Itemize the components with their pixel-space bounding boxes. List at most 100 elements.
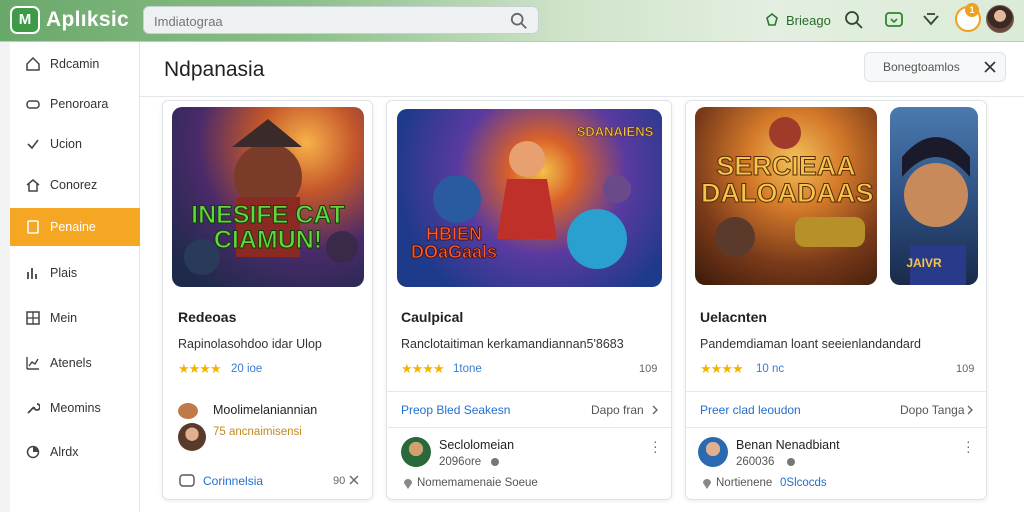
- card-subtitle: Ranclotaitiman kerkamandiannan5'8683: [401, 337, 624, 351]
- close-icon[interactable]: [983, 60, 997, 74]
- sidebar-item-1[interactable]: Penoroara: [10, 85, 140, 123]
- sidebar-item-5[interactable]: Plais: [10, 254, 140, 292]
- rating-stars: ★★★★: [700, 361, 744, 376]
- sidebar-item-9[interactable]: Alrdx: [10, 433, 140, 471]
- game-thumbnail[interactable]: INESIFE CAT CIAMUN!: [172, 107, 364, 287]
- card-divider: [387, 427, 671, 428]
- home-icon: [26, 57, 40, 71]
- card-title[interactable]: Redeoas: [178, 309, 236, 325]
- author-name[interactable]: Seclolomeian: [439, 438, 514, 452]
- review-count: 109: [956, 363, 975, 375]
- author-meta: 260036: [736, 456, 775, 468]
- sidebar-item-2[interactable]: Ucion: [10, 125, 140, 163]
- author-avatar[interactable]: [698, 437, 728, 467]
- clock-icon: [491, 458, 499, 466]
- sidebar-item-6[interactable]: Mein: [10, 299, 140, 337]
- sidebar-item-label: Penaine: [50, 220, 96, 234]
- header-divider: [140, 96, 1024, 97]
- chevron-right-icon[interactable]: [966, 405, 974, 415]
- card-link-secondary[interactable]: Dopo Tanga: [900, 403, 965, 417]
- user-avatar[interactable]: [178, 423, 206, 451]
- rating-value: 10 nc: [756, 363, 785, 375]
- check-icon: [27, 139, 39, 150]
- game-thumb-badge: JAIVR: [906, 256, 942, 270]
- sidebar-item-0[interactable]: Rdcamin: [10, 45, 140, 83]
- top-link-label: Brieago: [786, 12, 831, 28]
- sidebar-item-label: Ucion: [50, 137, 82, 151]
- sidebar-item-label: Meomins: [50, 401, 101, 415]
- sidebar-item-4[interactable]: Penaine: [10, 208, 140, 246]
- more-options-icon[interactable]: · · ·: [653, 434, 658, 458]
- card-divider: [686, 391, 986, 392]
- main-content: Ndpanasia Bonegtoamlos INESIFE CAT CIAMU…: [140, 42, 1024, 512]
- top-link[interactable]: Brieago: [764, 10, 831, 30]
- card-link-secondary[interactable]: Dapo fran: [591, 403, 644, 417]
- game-thumbnail-secondary[interactable]: JAIVR: [890, 107, 978, 285]
- card-link[interactable]: Preop Bled Seakesn: [401, 403, 510, 417]
- chat-icon[interactable]: [884, 10, 904, 30]
- author-avatar[interactable]: [178, 403, 198, 419]
- sidebar-item-label: Plais: [50, 266, 78, 280]
- card-divider: [387, 391, 671, 392]
- sidebar-item-label: Conorez: [50, 178, 98, 192]
- search-input[interactable]: [154, 12, 494, 30]
- author-name[interactable]: Benan Nenadbiant: [736, 438, 840, 452]
- card-footer-text: Nortienene: [716, 477, 773, 489]
- filter-button[interactable]: Bonegtoamlos: [864, 52, 1006, 82]
- location-icon: [703, 479, 711, 489]
- card-footer-text: Nomemamenaie Soeue: [417, 477, 538, 489]
- search-icon[interactable]: [510, 12, 528, 30]
- author-meta: 2096ore: [439, 456, 482, 468]
- game-thumbnail[interactable]: SERCIEAA DALOADAAS: [695, 107, 877, 285]
- sidebar-item-7[interactable]: Atenels: [10, 344, 140, 382]
- card-title[interactable]: Uelacnten: [700, 309, 767, 325]
- app-logo[interactable]: M: [10, 6, 40, 34]
- author-avatar[interactable]: [401, 437, 431, 467]
- search-bar[interactable]: [143, 6, 539, 34]
- game-thumb-title: INESIFE CAT CIAMUN!: [191, 201, 346, 254]
- card-footer-link[interactable]: 0Slcocds: [780, 477, 827, 489]
- filter-icon[interactable]: [921, 10, 941, 30]
- close-icon[interactable]: [349, 475, 359, 485]
- card-link[interactable]: Preer clad leoudon: [700, 403, 801, 417]
- review-count: 109: [639, 363, 658, 375]
- card-footer-link[interactable]: Corinnelsia: [203, 474, 263, 488]
- game-thumb-title: SERCIEAA DALOADAAS: [701, 151, 875, 208]
- game-thumbnail[interactable]: SDANAIENS HBIEN DOaGaals: [397, 109, 662, 287]
- sidebar-item-label: Atenels: [50, 356, 92, 370]
- footer-count: 90: [333, 475, 346, 487]
- location-icon: [404, 479, 412, 489]
- top-bar: M Aplıksic Brieago 1: [0, 0, 1024, 42]
- rating-stars: ★★★★: [401, 361, 445, 376]
- game-card-1[interactable]: INESIFE CAT CIAMUN! Redeoas Rapinolasohd…: [162, 100, 373, 500]
- grid-icon: [26, 311, 40, 325]
- game-art: [184, 119, 358, 275]
- sidebar-item-3[interactable]: Conorez: [10, 166, 140, 204]
- card-subtitle: Rapinolasohdoo idar Ulop: [178, 337, 322, 351]
- brand-name[interactable]: Aplıksic: [46, 8, 129, 32]
- comment-icon[interactable]: [179, 473, 195, 489]
- chevron-right-icon[interactable]: [651, 405, 659, 415]
- notification-badge: 1: [965, 3, 979, 17]
- user-avatar[interactable]: [986, 5, 1014, 33]
- game-card-2[interactable]: SDANAIENS HBIEN DOaGaals Caulpical Rancl…: [386, 100, 672, 500]
- filter-label: Bonegtoamlos: [883, 60, 960, 74]
- page-title: Ndpanasia: [164, 58, 265, 81]
- more-options-icon[interactable]: · · ·: [966, 434, 971, 458]
- game-card-3[interactable]: SERCIEAA DALOADAAS JAIVR Uelacnten Pande…: [685, 100, 987, 500]
- house-icon: [26, 179, 40, 192]
- sidebar-item-label: Rdcamin: [50, 57, 100, 71]
- puzzle-icon: [766, 12, 778, 26]
- user-meta: 75 ancnaimisensi: [213, 426, 302, 438]
- rating-value: 20 ioe: [231, 363, 263, 375]
- author-name[interactable]: Moolimelaniannian: [213, 403, 317, 417]
- card-title[interactable]: Caulpical: [401, 309, 463, 325]
- game-thumb-title: HBIEN DOaGaals: [410, 224, 498, 262]
- pulse-icon: [26, 357, 39, 370]
- search-icon[interactable]: [844, 10, 864, 30]
- card-divider: [686, 427, 986, 428]
- sidebar-item-8[interactable]: Meomins: [10, 389, 140, 427]
- clock-icon: [787, 458, 795, 466]
- gamepad-icon: [26, 100, 40, 109]
- sidebar-item-label: Alrdx: [50, 445, 79, 459]
